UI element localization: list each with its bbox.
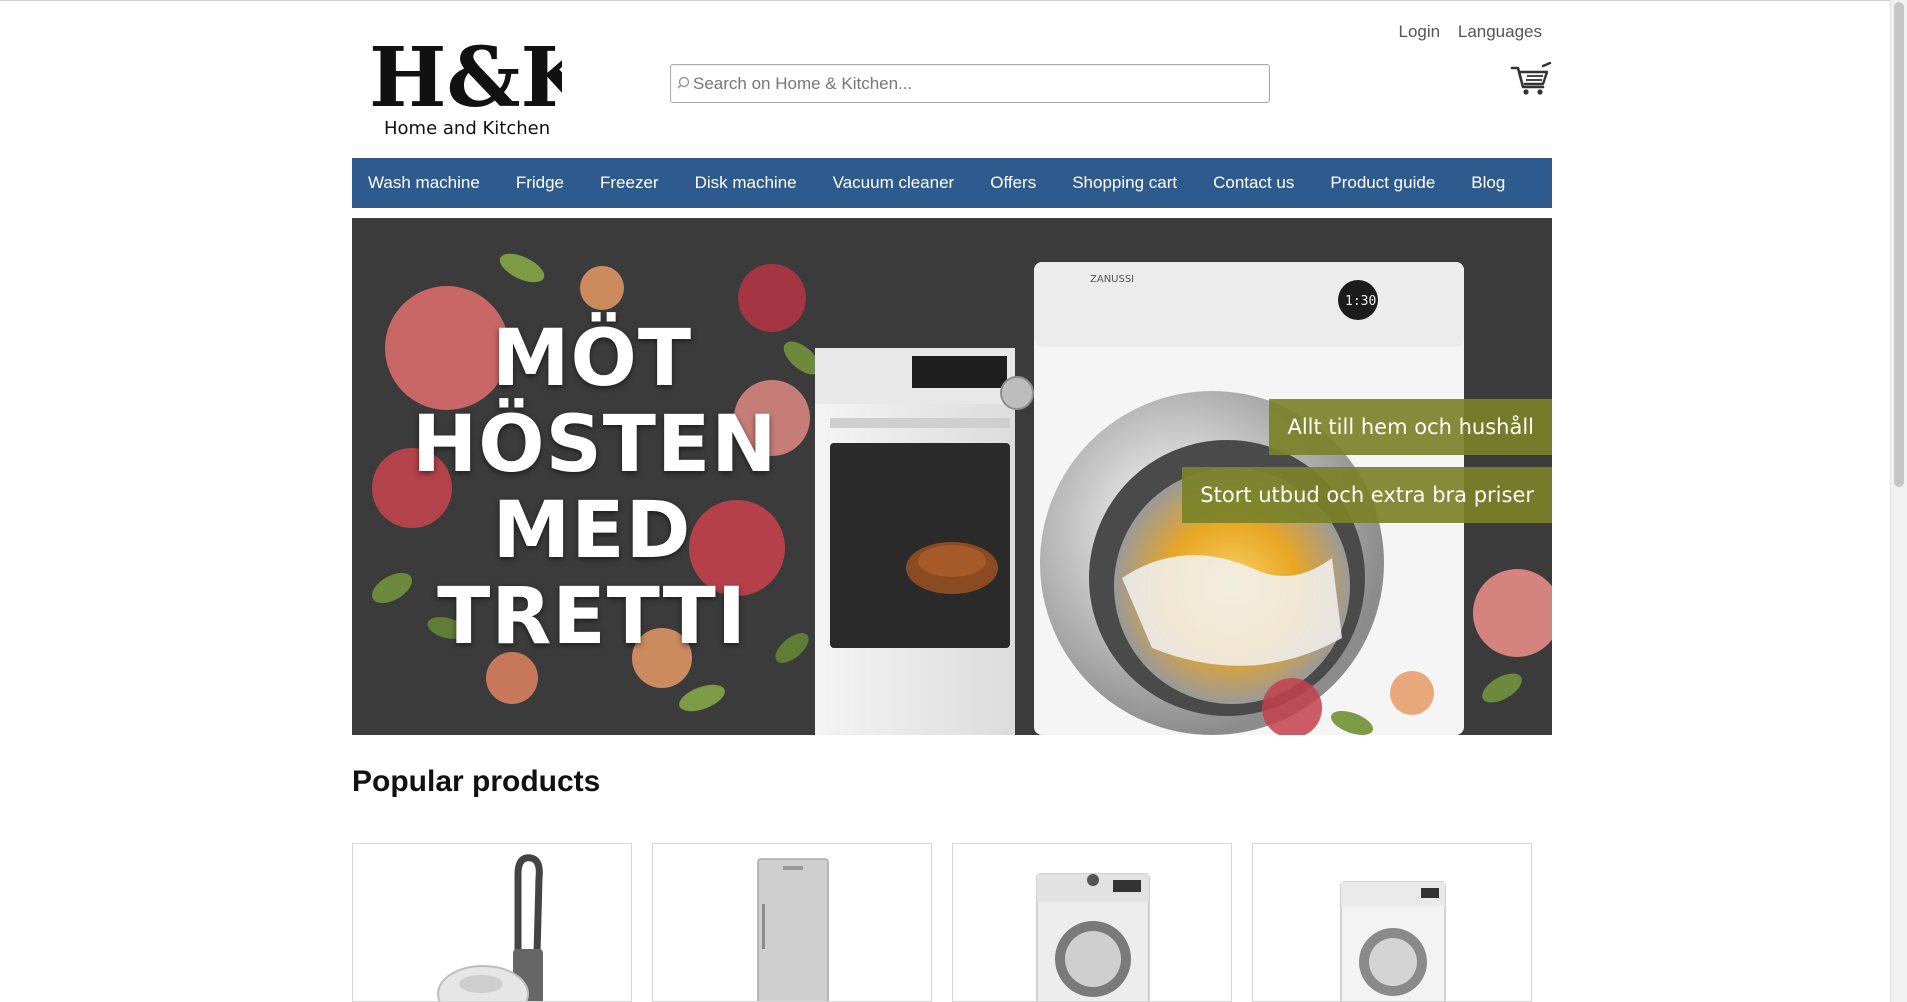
svg-text:1:30: 1:30 [1345, 294, 1376, 309]
vacuum-cleaner-icon [437, 854, 543, 1001]
search-icon [677, 76, 690, 89]
hero-tagline-2: Stort utbud och extra bra priser [1182, 467, 1552, 523]
oven-image [815, 348, 1034, 735]
product-card-washer-1[interactable] [952, 843, 1232, 1002]
logo[interactable]: H&K Home and Kitchen [367, 26, 595, 142]
languages-link[interactable]: Languages [1458, 22, 1542, 41]
main-nav: Wash machine Fridge Freezer Disk machine… [352, 158, 1552, 208]
hero-tagline-1: Allt till hem och hushåll [1269, 399, 1552, 455]
nav-shopping-cart[interactable]: Shopping cart [1054, 173, 1195, 193]
shopping-cart-icon[interactable] [1510, 62, 1552, 96]
nav-contact-us[interactable]: Contact us [1195, 173, 1312, 193]
top-links: Login Languages [1386, 22, 1542, 42]
product-card-vacuum[interactable] [352, 843, 632, 1002]
logo-mark: H&K [369, 30, 562, 126]
nav-offers[interactable]: Offers [972, 173, 1054, 193]
hero-title-line-1: MÖT [491, 314, 693, 404]
nav-blog[interactable]: Blog [1453, 173, 1523, 193]
search-box[interactable] [670, 64, 1270, 103]
nav-freezer[interactable]: Freezer [582, 173, 677, 193]
page-scrollbar[interactable] [1890, 0, 1907, 1002]
hero-title-line-3: MED [492, 486, 692, 576]
fridge-icon [757, 858, 829, 1001]
nav-vacuum-cleaner[interactable]: Vacuum cleaner [815, 173, 973, 193]
product-card-fridge[interactable] [652, 843, 932, 1002]
washing-machine-icon [1340, 881, 1446, 1001]
nav-disk-machine[interactable]: Disk machine [677, 173, 815, 193]
search-input[interactable] [693, 65, 1263, 102]
washing-machine-icon [1036, 873, 1150, 1001]
hero-title-line-2: HÖSTEN [412, 400, 778, 490]
svg-text:ZANUSSI: ZANUSSI [1090, 274, 1134, 285]
nav-fridge[interactable]: Fridge [498, 173, 582, 193]
login-link[interactable]: Login [1399, 22, 1441, 41]
hero-title-line-4: TRETTI [437, 572, 747, 662]
window-top-border [0, 0, 1907, 1]
popular-products-heading: Popular products [352, 765, 601, 798]
nav-wash-machine[interactable]: Wash machine [352, 173, 498, 193]
hero-title: MÖT HÖSTEN MED TRETTI [412, 314, 778, 662]
scrollbar-thumb[interactable] [1894, 2, 1904, 487]
nav-product-guide[interactable]: Product guide [1312, 173, 1453, 193]
product-card-washer-2[interactable] [1252, 843, 1532, 1002]
hero-banner[interactable]: ZANUSSI 1:30 MÖT HÖSTEN MED TRETTI Allt … [352, 218, 1552, 735]
logo-tagline: Home and Kitchen [384, 118, 550, 139]
